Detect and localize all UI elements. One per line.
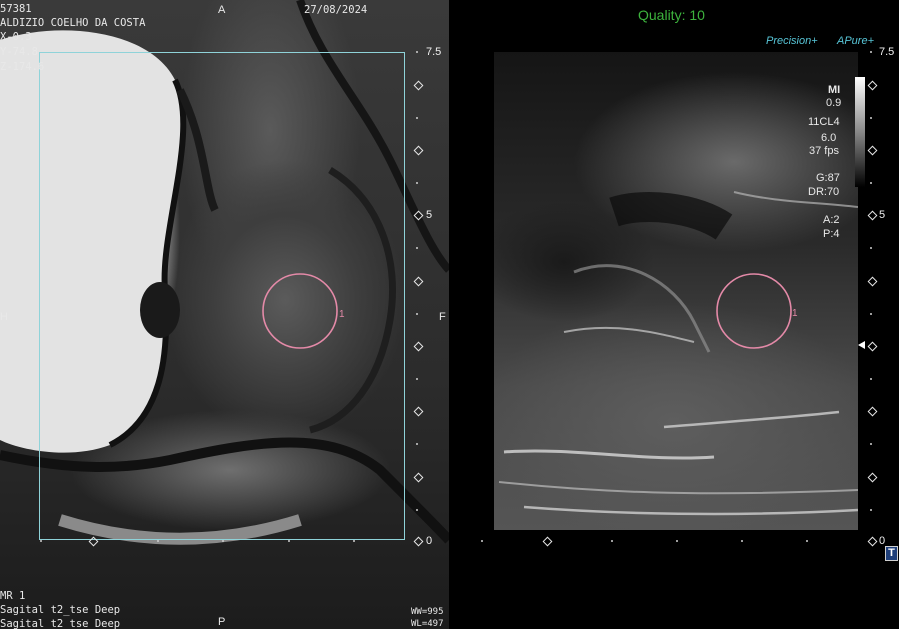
us-scale-label-mid: 5 [879,209,886,221]
focus-marker-icon[interactable] [858,341,865,349]
precision-mode-label[interactable]: Precision+ [766,35,818,47]
apure-mode-label[interactable]: APure+ [837,35,874,47]
frequency-value: 6.0 [821,132,837,144]
scale-diamond-icon [413,406,424,417]
p-value: P:4 [823,228,840,240]
grayscale-bar [855,77,865,187]
dynamic-range-value: DR:70 [808,186,840,198]
scale-diamond-icon [413,276,424,287]
mi-label: MI [828,84,841,96]
scale-diamond-icon [413,210,424,221]
mr-image-panel: 1 57381 ALDIZIO COELHO DA COSTA X-0.3 Y-… [0,0,449,629]
mr-scale-ticks [0,0,449,629]
gain-value: G:87 [816,172,840,184]
us-roi-circle[interactable] [713,270,797,352]
probe-name: 11CL4 [808,116,840,128]
text-annotation-button[interactable]: T [885,546,898,561]
us-echo-texture [498,191,858,516]
ultrasound-image [494,52,858,530]
scale-diamond-icon [88,536,99,547]
us-scale-label-top: 7.5 [879,46,895,58]
scale-diamond-icon [413,472,424,483]
scale-diamond-icon [413,536,424,547]
scale-diamond-icon [413,80,424,91]
mi-value: 0.9 [826,97,842,109]
a-value: A:2 [823,214,840,226]
quality-indicator: Quality: 10 [638,7,705,23]
scale-diamond-icon [413,145,424,156]
frame-rate: 37 fps [809,145,839,157]
scale-diamond-icon [413,341,424,352]
us-roi-label: 1 [792,308,798,319]
